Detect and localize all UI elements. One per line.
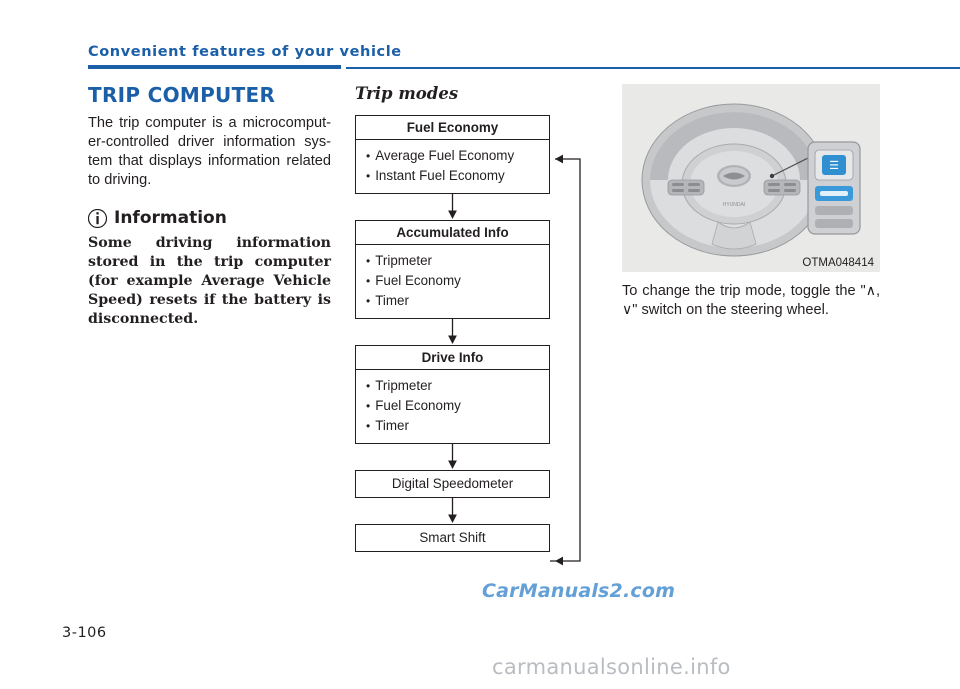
section-title: TRIP COMPUTER — [88, 83, 276, 107]
flow-box-items: Tripmeter Fuel Economy Timer — [356, 370, 549, 443]
page-number: 3-106 — [62, 625, 107, 641]
flow-item: Fuel Economy — [366, 396, 549, 416]
steering-wheel-photo: HYUNDAI ☰ OTMA048414 — [622, 84, 880, 272]
photo-caption: OTMA048414 — [800, 257, 876, 269]
flow-arrow — [355, 194, 600, 220]
column-right: HYUNDAI ☰ OTMA048414 To change the trip … — [622, 84, 880, 335]
intro-paragraph: The trip computer is a microcomput-er-co… — [88, 115, 331, 188]
flow-arrow — [355, 498, 600, 524]
trip-mode-instruction: To change the trip mode, toggle the "∧, … — [622, 282, 880, 320]
flow-item: Instant Fuel Economy — [366, 166, 549, 186]
instruction-post: " switch on the steering wheel. — [632, 302, 829, 318]
trip-modes-flowchart: Fuel Economy Average Fuel Economy Instan… — [355, 115, 600, 566]
flow-box-heading: Drive Info — [356, 346, 549, 370]
flow-box-digital-speedometer: Digital Speedometer — [355, 470, 550, 498]
flow-box-items: Average Fuel Economy Instant Fuel Econom… — [356, 140, 549, 193]
flow-item: Timer — [366, 416, 549, 436]
flow-box-items: Tripmeter Fuel Economy Timer — [356, 245, 549, 318]
flow-box-smart-shift: Smart Shift — [355, 524, 550, 552]
flow-item: Average Fuel Economy — [366, 146, 549, 166]
flow-item: Fuel Economy — [366, 271, 549, 291]
flow-item: Tripmeter — [366, 376, 549, 396]
header-rule — [346, 67, 960, 69]
trip-modes-title: Trip modes — [355, 84, 459, 103]
column-center: Trip modes Fuel Economy Average Fuel Eco… — [355, 84, 600, 566]
column-left: TRIP COMPUTER The trip computer is a mic… — [88, 84, 331, 329]
page-header: Convenient features of your vehicle — [88, 44, 960, 70]
steering-wheel-illustration: HYUNDAI ☰ — [622, 84, 880, 272]
flow-item: Timer — [366, 291, 549, 311]
flow-item: Tripmeter — [366, 251, 549, 271]
watermark-carmanuals2: CarManuals2.com — [482, 580, 676, 602]
flow-box-heading: Accumulated Info — [356, 221, 549, 245]
information-body: Some driving information stored in the t… — [88, 235, 331, 327]
information-heading: Information — [88, 208, 331, 228]
flow-arrow — [355, 319, 600, 345]
svg-text:☰: ☰ — [829, 160, 839, 172]
switch-up-icon: ∧ — [865, 283, 876, 299]
information-label: Information — [114, 208, 227, 228]
header-underline — [88, 65, 341, 69]
header-title: Convenient features of your vehicle — [88, 44, 402, 60]
flow-box-heading: Fuel Economy — [356, 116, 549, 140]
flow-box-fuel-economy: Fuel Economy Average Fuel Economy Instan… — [355, 115, 550, 194]
flow-arrow — [355, 444, 600, 470]
flow-box-accumulated-info: Accumulated Info Tripmeter Fuel Economy … — [355, 220, 550, 319]
flow-box-drive-info: Drive Info Tripmeter Fuel Economy Timer — [355, 345, 550, 444]
instruction-pre: To change the trip mode, toggle the " — [622, 283, 866, 299]
manual-page: Convenient features of your vehicle 3-10… — [0, 0, 960, 689]
instruction-sep: , — [875, 283, 880, 299]
svg-text:HYUNDAI: HYUNDAI — [723, 202, 746, 208]
info-i-icon — [88, 208, 107, 228]
switch-down-icon: ∨ — [622, 302, 633, 318]
flow-box-heading: Smart Shift — [419, 530, 486, 545]
watermark-bottom: carmanualsonline.info — [492, 655, 731, 679]
flow-box-heading: Digital Speedometer — [391, 476, 514, 491]
